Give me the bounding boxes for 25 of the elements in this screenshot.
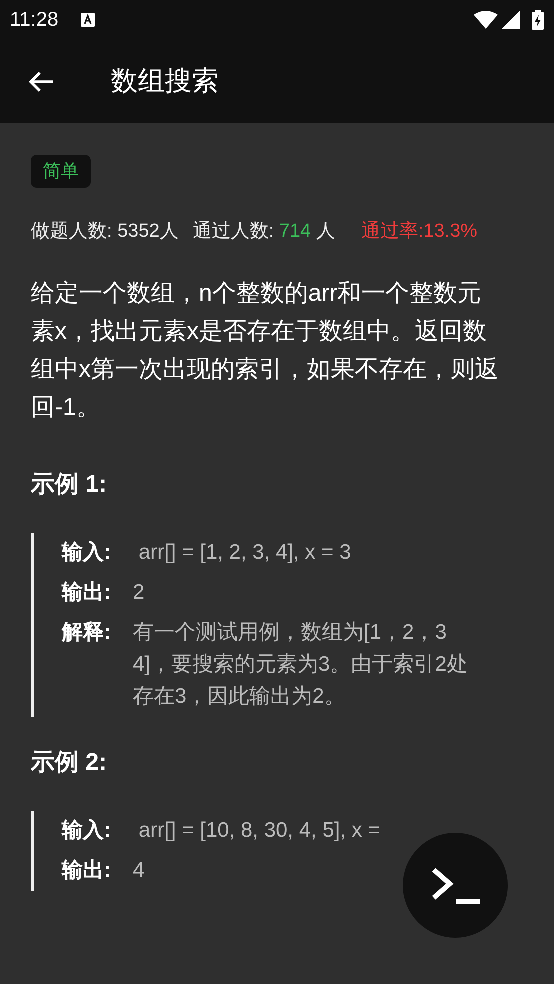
field-label: 输出: [62, 858, 112, 884]
terminal-prompt-icon [430, 866, 482, 906]
signal-icon [502, 11, 520, 29]
problem-description: 给定一个数组，n个整数的arr和一个整数元素x，找出元素x是否存在于数组中。返回数组中x第一次出现的索引，如果不存在，则返回-1。 [31, 278, 500, 422]
field-label: 输出: [62, 580, 112, 606]
stat-text: 通过率:13.3% [361, 220, 478, 244]
field-label: 解释: [62, 620, 112, 646]
field-value: arr[] = [1, 2, 3, 4], x = 3 [138, 540, 352, 566]
wifi-icon [474, 11, 498, 29]
stat-text: 做题人数: 5352人 [31, 220, 179, 244]
field-label: 输入: [62, 540, 112, 566]
field-value: 2 [133, 580, 145, 606]
example-heading: 示例 2: [31, 748, 108, 778]
page-title: 数组搜索 [111, 65, 219, 98]
status-time: 11:28 [10, 8, 59, 33]
field-value: 有一个测试用例，数组为[1，2，3 4]，要搜索的元素为3。由于索引2处存在3，因此输出为2。 [133, 620, 469, 710]
battery-icon [532, 10, 544, 30]
field-value: 4 [133, 858, 145, 884]
field-label: 输入: [62, 818, 112, 844]
keyboard-a-icon [80, 13, 95, 27]
field-value: arr[] = [10, 8, 30, 4, 5], x = [138, 818, 380, 844]
example-heading: 示例 1: [31, 470, 108, 500]
back-arrow-icon [29, 70, 55, 92]
stat-text: 通过人数: 714 人 [192, 220, 336, 244]
difficulty-tag: 简单 [31, 155, 91, 188]
